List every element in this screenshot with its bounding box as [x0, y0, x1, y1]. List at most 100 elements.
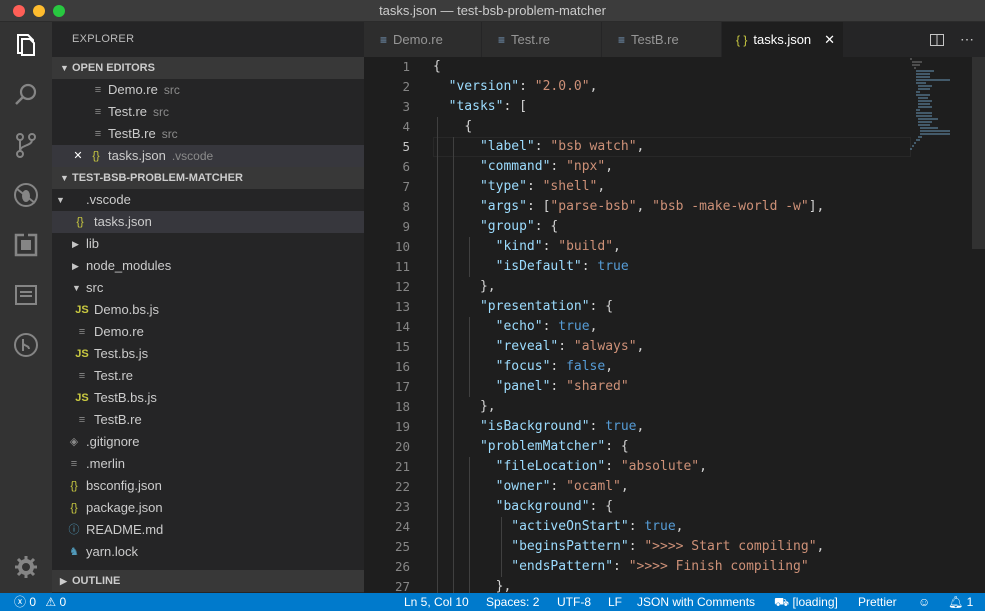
tree-folder-src[interactable]: ▼ src [52, 277, 364, 299]
code-line: "activeOnStart": true, [511, 519, 684, 534]
open-editor-item[interactable]: ≡ Demo.re src [52, 79, 364, 101]
code-line: "command": "npx", [479, 159, 614, 174]
tab-tasks-json[interactable]: { } tasks.json ✕ [722, 22, 844, 57]
feedback-smiley-icon[interactable]: ☺ [918, 593, 930, 611]
language-mode[interactable]: JSON with Comments [637, 593, 755, 611]
minimap[interactable] [910, 57, 970, 157]
line-number: 11 [394, 259, 410, 274]
loading-indicator[interactable]: ⛟ [loading] [774, 593, 838, 611]
open-editors-header[interactable]: ▼ OPEN EDITORS [52, 57, 364, 79]
lines-icon: ≡ [94, 84, 102, 96]
file-name: TestB.re [108, 126, 156, 141]
tab-demo-re[interactable]: ≡ Demo.re [364, 22, 482, 57]
bell-icon: 🔔︎ [948, 595, 964, 609]
settings-gear-icon[interactable] [0, 544, 52, 590]
open-editor-item-active[interactable]: ✕ {} tasks.json .vscode [52, 145, 364, 167]
tab-testb-re[interactable]: ≡ TestB.re [602, 22, 722, 57]
tree-file[interactable]: ≡ Test.re [52, 365, 364, 387]
split-editor-icon[interactable] [926, 22, 948, 57]
code-line: }, [479, 279, 496, 294]
lines-icon: ≡ [380, 33, 388, 47]
code-line: "isDefault": true [495, 259, 629, 274]
close-icon[interactable]: ✕ [70, 145, 86, 167]
tree-file[interactable]: JS TestB.bs.js [52, 387, 364, 409]
more-actions-icon[interactable]: ⋯ [956, 22, 978, 57]
explorer-sidebar: EXPLORER ▼ OPEN EDITORS ≡ Demo.re src ≡ Te… [52, 22, 364, 593]
line-number: 18 [394, 399, 410, 414]
vertical-scrollbar[interactable] [972, 57, 985, 249]
project-header[interactable]: ▼ TEST-BSB-PROBLEM-MATCHER [52, 167, 364, 189]
status-bar: ⓧ 0 ⚠ 0 Ln 5, Col 10 Spaces: 2 UTF-8 LF … [0, 593, 985, 611]
line-number: 16 [394, 359, 410, 374]
tree-file[interactable]: ≡ Demo.re [52, 321, 364, 343]
tree-file-tasks-json[interactable]: {} tasks.json [52, 211, 364, 233]
git-icon: ◈ [69, 436, 79, 448]
tree-file[interactable]: ◈ .gitignore [52, 431, 364, 453]
line-number: 14 [394, 319, 410, 334]
explorer-title: EXPLORER [72, 33, 135, 45]
line-number: 25 [394, 539, 410, 554]
debug-icon[interactable] [0, 172, 52, 218]
tree-folder-vscode[interactable]: ▼ .vscode [52, 189, 364, 211]
tab-test-re[interactable]: ≡ Test.re [482, 22, 602, 57]
tree-folder-node-modules[interactable]: ▶ node_modules [52, 255, 364, 277]
line-number: 24 [394, 519, 410, 534]
file-description: src [161, 127, 178, 141]
notifications[interactable]: 🔔︎ 1 [948, 593, 973, 611]
car-icon: ⛟ [774, 595, 790, 609]
cursor-position[interactable]: Ln 5, Col 10 [404, 593, 469, 611]
file-name: Test.re [108, 104, 148, 119]
tree-file[interactable]: {} package.json [52, 497, 364, 519]
lines-icon: ≡ [94, 106, 102, 118]
extensions-icon[interactable] [0, 222, 52, 268]
search-icon[interactable] [0, 72, 52, 118]
tree-file[interactable]: JS Test.bs.js [52, 343, 364, 365]
line-number: 20 [394, 439, 410, 454]
code-editor[interactable]: 1 2 3 4 5 6 7 8 9 10 11 12 13 14 15 16 17 18 19 20 21 22 23 24 2… [364, 57, 985, 593]
tree-file[interactable]: {} bsconfig.json [52, 475, 364, 497]
problems-indicator[interactable]: ⓧ 0 ⚠ 0 [14, 593, 66, 611]
code-line: "isBackground": true, [479, 419, 645, 434]
window-title: tasks.json — test-bsb-problem-matcher [379, 3, 606, 18]
open-editor-item[interactable]: ≡ TestB.re src [52, 123, 364, 145]
tree-folder-lib[interactable]: ▶ lib [52, 233, 364, 255]
outline-header[interactable]: ▶ OUTLINE [52, 570, 364, 592]
explorer-icon[interactable] [0, 22, 52, 68]
close-tab-icon[interactable]: ✕ [824, 22, 835, 57]
code-line: "presentation": { [479, 299, 614, 314]
chevron-down-icon: ▼ [60, 63, 69, 73]
code-line: }, [479, 399, 496, 414]
tree-file[interactable]: ≡ TestB.re [52, 409, 364, 431]
file-description: src [153, 105, 170, 119]
line-number: 27 [394, 579, 410, 593]
line-number: 2 [402, 79, 410, 94]
braces-icon: {} [92, 150, 100, 162]
lines-icon: ≡ [94, 128, 102, 140]
end-of-line[interactable]: LF [608, 593, 622, 611]
line-number: 6 [402, 159, 410, 174]
braces-icon: { } [736, 33, 748, 47]
git-lens-icon[interactable] [0, 322, 52, 368]
line-number: 4 [402, 119, 410, 134]
chevron-right-icon: ▶ [60, 576, 67, 586]
prettier-status[interactable]: Prettier [858, 593, 897, 611]
tree-file[interactable]: ≡ .merlin [52, 453, 364, 475]
indentation[interactable]: Spaces: 2 [486, 593, 539, 611]
tree-file[interactable]: ♞ yarn.lock [52, 541, 364, 563]
code-content[interactable]: { "version": "2.0.0", "tasks": [ { "labe… [433, 57, 824, 593]
code-line: "version": "2.0.0", [448, 79, 598, 94]
line-number: 26 [394, 559, 410, 574]
lines-icon: ≡ [78, 370, 86, 382]
tree-file[interactable]: JS Demo.bs.js [52, 299, 364, 321]
lines-icon: ≡ [498, 33, 506, 47]
lines-icon: ≡ [78, 414, 86, 426]
encoding[interactable]: UTF-8 [557, 593, 591, 611]
tree-file[interactable]: ⓘ README.md [52, 519, 364, 541]
file-description: .vscode [171, 149, 214, 163]
code-line: "args": ["parse-bsb", "bsb -make-world -… [479, 199, 825, 214]
source-control-icon[interactable] [0, 122, 52, 168]
line-number: 1 [402, 59, 410, 74]
warning-icon: ⚠ [45, 595, 57, 609]
panel-icon[interactable] [0, 272, 52, 318]
open-editor-item[interactable]: ≡ Test.re src [52, 101, 364, 123]
